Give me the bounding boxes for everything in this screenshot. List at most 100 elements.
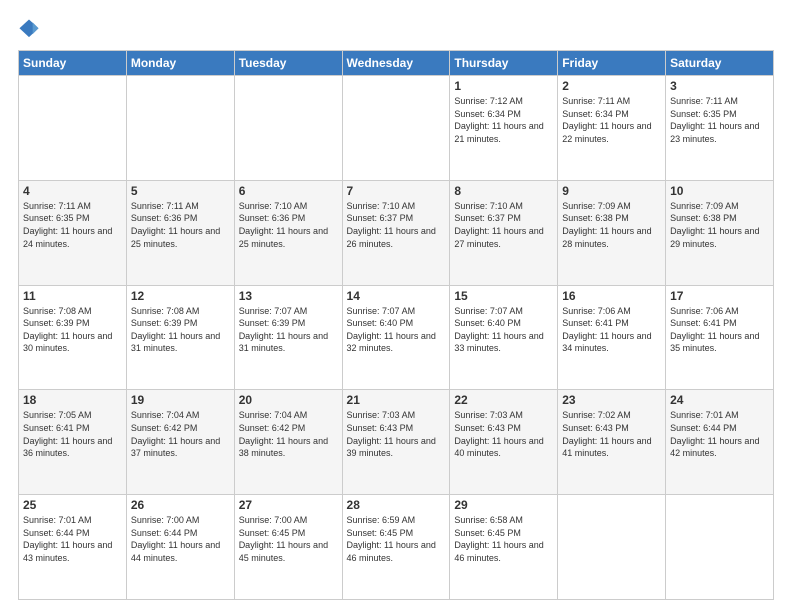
day-number: 15 <box>454 289 553 303</box>
day-info: Sunrise: 7:07 AM Sunset: 6:40 PM Dayligh… <box>454 305 553 355</box>
calendar-cell: 24 Sunrise: 7:01 AM Sunset: 6:44 PM Dayli… <box>666 390 774 495</box>
day-number: 29 <box>454 498 553 512</box>
day-info: Sunrise: 7:11 AM Sunset: 6:35 PM Dayligh… <box>23 200 122 250</box>
calendar-cell: 28 Sunrise: 6:59 AM Sunset: 6:45 PM Dayli… <box>342 495 450 600</box>
calendar-cell: 22 Sunrise: 7:03 AM Sunset: 6:43 PM Dayli… <box>450 390 558 495</box>
calendar-cell: 2 Sunrise: 7:11 AM Sunset: 6:34 PM Daylig… <box>558 76 666 181</box>
calendar-cell <box>558 495 666 600</box>
header-row: SundayMondayTuesdayWednesdayThursdayFrid… <box>19 51 774 76</box>
calendar-cell <box>234 76 342 181</box>
logo <box>18 18 44 40</box>
day-number: 4 <box>23 184 122 198</box>
day-number: 20 <box>239 393 338 407</box>
day-info: Sunrise: 7:06 AM Sunset: 6:41 PM Dayligh… <box>562 305 661 355</box>
calendar-table: SundayMondayTuesdayWednesdayThursdayFrid… <box>18 50 774 600</box>
calendar-body: 1 Sunrise: 7:12 AM Sunset: 6:34 PM Daylig… <box>19 76 774 600</box>
day-number: 28 <box>347 498 446 512</box>
calendar-cell: 20 Sunrise: 7:04 AM Sunset: 6:42 PM Dayli… <box>234 390 342 495</box>
day-info: Sunrise: 7:09 AM Sunset: 6:38 PM Dayligh… <box>670 200 769 250</box>
day-info: Sunrise: 7:00 AM Sunset: 6:45 PM Dayligh… <box>239 514 338 564</box>
logo-icon <box>18 18 40 40</box>
day-info: Sunrise: 7:09 AM Sunset: 6:38 PM Dayligh… <box>562 200 661 250</box>
day-number: 22 <box>454 393 553 407</box>
day-number: 24 <box>670 393 769 407</box>
day-info: Sunrise: 7:11 AM Sunset: 6:35 PM Dayligh… <box>670 95 769 145</box>
day-info: Sunrise: 7:11 AM Sunset: 6:34 PM Dayligh… <box>562 95 661 145</box>
day-number: 11 <box>23 289 122 303</box>
calendar-cell <box>19 76 127 181</box>
day-info: Sunrise: 7:01 AM Sunset: 6:44 PM Dayligh… <box>670 409 769 459</box>
calendar-cell: 1 Sunrise: 7:12 AM Sunset: 6:34 PM Daylig… <box>450 76 558 181</box>
day-number: 19 <box>131 393 230 407</box>
calendar-cell: 12 Sunrise: 7:08 AM Sunset: 6:39 PM Dayli… <box>126 285 234 390</box>
calendar-cell <box>126 76 234 181</box>
calendar-cell: 9 Sunrise: 7:09 AM Sunset: 6:38 PM Daylig… <box>558 180 666 285</box>
day-number: 17 <box>670 289 769 303</box>
calendar-cell: 21 Sunrise: 7:03 AM Sunset: 6:43 PM Dayli… <box>342 390 450 495</box>
day-header-wednesday: Wednesday <box>342 51 450 76</box>
day-number: 13 <box>239 289 338 303</box>
calendar-cell <box>342 76 450 181</box>
day-info: Sunrise: 6:59 AM Sunset: 6:45 PM Dayligh… <box>347 514 446 564</box>
day-number: 23 <box>562 393 661 407</box>
calendar-cell: 26 Sunrise: 7:00 AM Sunset: 6:44 PM Dayli… <box>126 495 234 600</box>
day-number: 26 <box>131 498 230 512</box>
day-info: Sunrise: 7:07 AM Sunset: 6:39 PM Dayligh… <box>239 305 338 355</box>
day-info: Sunrise: 7:08 AM Sunset: 6:39 PM Dayligh… <box>23 305 122 355</box>
day-info: Sunrise: 7:12 AM Sunset: 6:34 PM Dayligh… <box>454 95 553 145</box>
day-number: 1 <box>454 79 553 93</box>
day-info: Sunrise: 7:07 AM Sunset: 6:40 PM Dayligh… <box>347 305 446 355</box>
day-number: 5 <box>131 184 230 198</box>
day-number: 2 <box>562 79 661 93</box>
day-info: Sunrise: 7:00 AM Sunset: 6:44 PM Dayligh… <box>131 514 230 564</box>
day-number: 7 <box>347 184 446 198</box>
day-number: 27 <box>239 498 338 512</box>
day-info: Sunrise: 7:01 AM Sunset: 6:44 PM Dayligh… <box>23 514 122 564</box>
day-number: 6 <box>239 184 338 198</box>
day-number: 21 <box>347 393 446 407</box>
calendar-cell: 16 Sunrise: 7:06 AM Sunset: 6:41 PM Dayli… <box>558 285 666 390</box>
day-info: Sunrise: 7:03 AM Sunset: 6:43 PM Dayligh… <box>454 409 553 459</box>
day-info: Sunrise: 7:05 AM Sunset: 6:41 PM Dayligh… <box>23 409 122 459</box>
header <box>18 18 774 40</box>
day-header-saturday: Saturday <box>666 51 774 76</box>
day-number: 14 <box>347 289 446 303</box>
calendar-cell: 29 Sunrise: 6:58 AM Sunset: 6:45 PM Dayli… <box>450 495 558 600</box>
day-number: 9 <box>562 184 661 198</box>
calendar-cell: 10 Sunrise: 7:09 AM Sunset: 6:38 PM Dayli… <box>666 180 774 285</box>
calendar-cell: 13 Sunrise: 7:07 AM Sunset: 6:39 PM Dayli… <box>234 285 342 390</box>
day-header-monday: Monday <box>126 51 234 76</box>
calendar-cell: 6Sunrise: 7:10 AM Sunset: 6:36 PM Daylig… <box>234 180 342 285</box>
calendar-cell: 8Sunrise: 7:10 AM Sunset: 6:37 PM Daylig… <box>450 180 558 285</box>
day-number: 16 <box>562 289 661 303</box>
day-info: Sunrise: 7:11 AM Sunset: 6:36 PM Dayligh… <box>131 200 230 250</box>
day-info: Sunrise: 7:02 AM Sunset: 6:43 PM Dayligh… <box>562 409 661 459</box>
day-info: Sunrise: 7:04 AM Sunset: 6:42 PM Dayligh… <box>131 409 230 459</box>
day-number: 12 <box>131 289 230 303</box>
calendar-cell: 19 Sunrise: 7:04 AM Sunset: 6:42 PM Dayli… <box>126 390 234 495</box>
day-header-sunday: Sunday <box>19 51 127 76</box>
day-header-tuesday: Tuesday <box>234 51 342 76</box>
day-info: Sunrise: 7:10 AM Sunset: 6:37 PM Dayligh… <box>454 200 553 250</box>
day-info: Sunrise: 7:04 AM Sunset: 6:42 PM Dayligh… <box>239 409 338 459</box>
page: SundayMondayTuesdayWednesdayThursdayFrid… <box>0 0 792 612</box>
day-info: Sunrise: 7:10 AM Sunset: 6:37 PM Dayligh… <box>347 200 446 250</box>
day-info: Sunrise: 6:58 AM Sunset: 6:45 PM Dayligh… <box>454 514 553 564</box>
calendar-cell: 23 Sunrise: 7:02 AM Sunset: 6:43 PM Dayli… <box>558 390 666 495</box>
calendar-cell <box>666 495 774 600</box>
day-number: 18 <box>23 393 122 407</box>
day-info: Sunrise: 7:08 AM Sunset: 6:39 PM Dayligh… <box>131 305 230 355</box>
calendar-cell: 14 Sunrise: 7:07 AM Sunset: 6:40 PM Dayli… <box>342 285 450 390</box>
week-row-0: 1 Sunrise: 7:12 AM Sunset: 6:34 PM Daylig… <box>19 76 774 181</box>
calendar-cell: 15 Sunrise: 7:07 AM Sunset: 6:40 PM Dayli… <box>450 285 558 390</box>
calendar-header: SundayMondayTuesdayWednesdayThursdayFrid… <box>19 51 774 76</box>
calendar-cell: 5 Sunrise: 7:11 AM Sunset: 6:36 PM Daylig… <box>126 180 234 285</box>
day-number: 10 <box>670 184 769 198</box>
week-row-2: 11 Sunrise: 7:08 AM Sunset: 6:39 PM Dayli… <box>19 285 774 390</box>
day-info: Sunrise: 7:03 AM Sunset: 6:43 PM Dayligh… <box>347 409 446 459</box>
day-header-friday: Friday <box>558 51 666 76</box>
week-row-1: 4 Sunrise: 7:11 AM Sunset: 6:35 PM Daylig… <box>19 180 774 285</box>
calendar-cell: 7 Sunrise: 7:10 AM Sunset: 6:37 PM Daylig… <box>342 180 450 285</box>
calendar-cell: 17Sunrise: 7:06 AM Sunset: 6:41 PM Dayli… <box>666 285 774 390</box>
day-number: 25 <box>23 498 122 512</box>
